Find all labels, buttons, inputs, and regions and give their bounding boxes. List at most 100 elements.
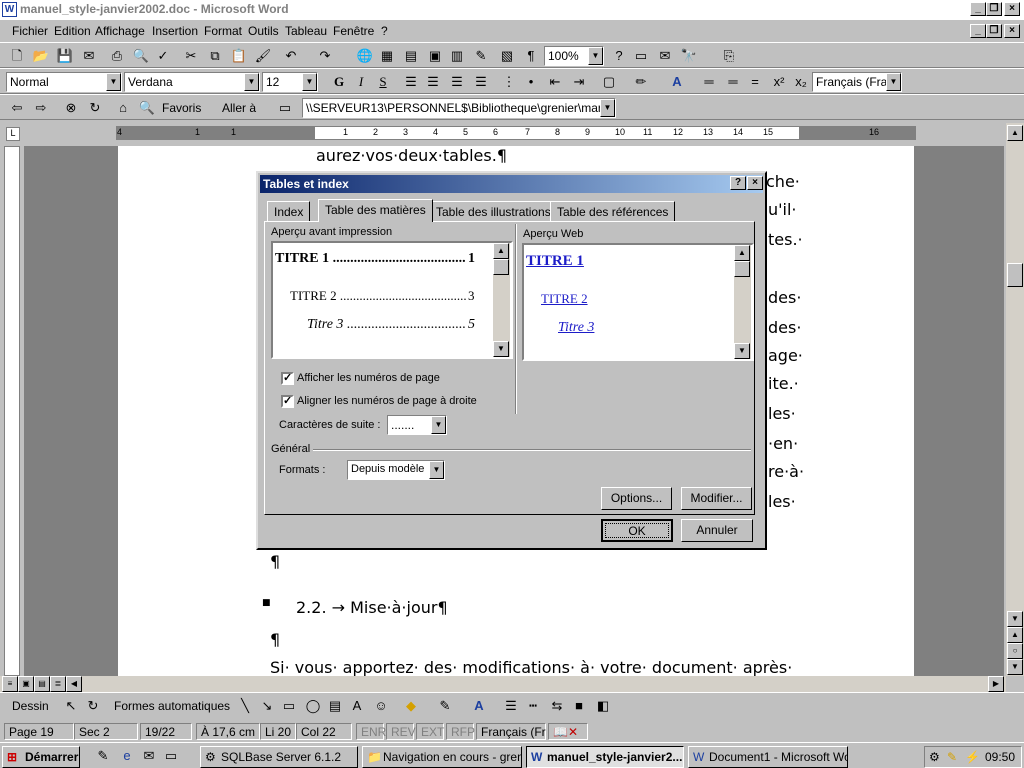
scroll-thumb[interactable] xyxy=(1007,263,1023,287)
decrease-indent-icon[interactable]: ⇤ xyxy=(546,73,564,91)
status-rev[interactable]: REV xyxy=(386,723,416,740)
browse-object-icon[interactable]: ○ xyxy=(1007,643,1023,659)
print-preview-scrollbar[interactable]: ▲ ▼ xyxy=(493,243,510,357)
bold-icon[interactable]: G xyxy=(330,73,348,91)
spelling-status-icon[interactable]: 📖✕ xyxy=(548,723,588,740)
task-manuel[interactable]: Wmanuel_style-janvier2... xyxy=(526,746,684,768)
home-icon[interactable]: ⌂ xyxy=(114,99,132,117)
chevron-down-icon[interactable]: ▼ xyxy=(600,99,615,117)
style-combo[interactable]: Normal ▼ xyxy=(6,72,122,92)
page-view-icon[interactable]: ▤ xyxy=(34,676,50,692)
subscript-icon[interactable]: x₂ xyxy=(792,73,810,91)
dessin-menu[interactable]: Dessin xyxy=(12,699,49,713)
hyperlink-icon[interactable]: 🌐 xyxy=(356,47,374,65)
status-enr[interactable]: ENR xyxy=(356,723,386,740)
options-button[interactable]: Options... xyxy=(601,487,672,510)
line-weight-icon[interactable]: ☰ xyxy=(502,697,520,715)
prev-page-icon[interactable]: ▲ xyxy=(1007,627,1023,643)
help-button[interactable]: ? xyxy=(730,176,746,190)
scroll-thumb[interactable] xyxy=(734,261,750,277)
font-combo[interactable]: Verdana ▼ xyxy=(124,72,260,92)
chevron-down-icon[interactable]: ▼ xyxy=(244,73,259,91)
menu-format[interactable]: Format xyxy=(204,24,242,38)
undo-icon[interactable]: ↶ xyxy=(282,47,300,65)
bullets-icon[interactable]: • xyxy=(522,73,540,91)
rectangle-icon[interactable]: ▭ xyxy=(280,697,298,715)
align-right-icon[interactable]: ☰ xyxy=(448,73,466,91)
tray-icon[interactable]: ⚡ xyxy=(965,750,980,764)
vertical-scrollbar[interactable]: ▲ ▼ ▲ ○ ▼ xyxy=(1006,123,1024,676)
tab-index[interactable]: Index xyxy=(267,201,311,221)
horizontal-scrollbar[interactable]: ≡ ▣ ▤ ≣ ◀ ▶ xyxy=(0,676,1006,692)
scroll-right-icon[interactable]: ▶ xyxy=(988,676,1004,692)
oval-icon[interactable]: ◯ xyxy=(304,697,322,715)
redo-icon[interactable]: ↷ xyxy=(316,47,334,65)
line-style-icon[interactable]: ═ xyxy=(700,73,718,91)
align-left-icon[interactable]: ☰ xyxy=(402,73,420,91)
scroll-down-icon[interactable]: ▼ xyxy=(734,343,750,359)
aller-menu[interactable]: Aller à xyxy=(222,101,256,115)
scroll-down-icon[interactable]: ▼ xyxy=(493,341,509,357)
tab-table-references[interactable]: Table des références xyxy=(550,201,676,221)
borders-icon[interactable]: ▢ xyxy=(600,73,618,91)
outlook-icon[interactable]: ✉ xyxy=(140,747,158,765)
superscript-icon[interactable]: x² xyxy=(770,73,788,91)
insert-excel-icon[interactable]: ▣ xyxy=(426,47,444,65)
arrow-icon[interactable]: ↘ xyxy=(258,697,276,715)
paste-icon[interactable]: 📋 xyxy=(230,47,248,65)
modify-button[interactable]: Modifier... xyxy=(681,487,752,510)
email-icon[interactable]: ✉ xyxy=(656,47,674,65)
leader-combo[interactable]: ....... ▼ xyxy=(387,415,447,435)
3d-icon[interactable]: ◧ xyxy=(594,697,612,715)
search-web-icon[interactable]: 🔍 xyxy=(138,99,156,117)
doc-close-button[interactable]: × xyxy=(1004,24,1020,38)
shadow-icon[interactable]: ■ xyxy=(570,697,588,715)
new-icon[interactable]: 🗋 xyxy=(8,47,26,65)
wordart-icon[interactable]: A xyxy=(348,697,366,715)
back-icon[interactable]: ⇦ xyxy=(8,99,26,117)
task-sqlbase[interactable]: ⚙ SQLBase Server 6.1.2 xyxy=(200,746,358,768)
forward-icon[interactable]: ⇨ xyxy=(32,99,50,117)
open-icon[interactable]: 📂 xyxy=(32,47,50,65)
ie-icon[interactable]: e xyxy=(118,747,136,765)
chevron-down-icon[interactable]: ▼ xyxy=(431,416,446,434)
web-link-3[interactable]: Titre 3 xyxy=(558,320,594,336)
quick-launch-icon[interactable]: ✎ xyxy=(94,747,112,765)
double-line-icon[interactable]: ═ xyxy=(724,73,742,91)
tables-borders-icon[interactable]: ▦ xyxy=(378,47,396,65)
highlight-icon[interactable]: ✏ xyxy=(632,73,650,91)
read-icon[interactable]: ▭ xyxy=(632,47,650,65)
horizontal-ruler[interactable]: 4 1 1 1 2 3 4 5 6 7 8 9 10 11 12 13 14 1… xyxy=(116,126,916,140)
font-color-icon[interactable]: A xyxy=(470,697,488,715)
align-center-icon[interactable]: ☰ xyxy=(424,73,442,91)
line-icon[interactable]: ╲ xyxy=(236,697,254,715)
status-rfp[interactable]: RFP xyxy=(446,723,475,740)
refresh-icon[interactable]: ↻ xyxy=(86,99,104,117)
fill-color-icon[interactable]: ◆ xyxy=(402,697,420,715)
favoris-menu[interactable]: Favoris xyxy=(162,101,201,115)
menu-outils[interactable]: Outils xyxy=(248,24,279,38)
web-link-2[interactable]: TITRE 2 xyxy=(541,291,588,307)
copy-icon[interactable]: ⧉ xyxy=(206,47,224,65)
chevron-down-icon[interactable]: ▼ xyxy=(106,73,121,91)
scroll-thumb[interactable] xyxy=(493,259,509,275)
dialog-close-button[interactable]: × xyxy=(747,176,763,190)
normal-view-icon[interactable]: ≡ xyxy=(2,676,18,692)
scroll-up-icon[interactable]: ▲ xyxy=(493,243,509,259)
columns-icon[interactable]: ▥ xyxy=(448,47,466,65)
doc-minimize-button[interactable]: _ xyxy=(970,24,986,38)
permission-icon[interactable]: ✉ xyxy=(80,47,98,65)
chevron-down-icon[interactable]: ▼ xyxy=(886,73,901,91)
doc-restore-button[interactable]: ❐ xyxy=(986,24,1002,38)
menu-affichage[interactable]: Affichage xyxy=(95,24,145,38)
font-size-combo[interactable]: 12 ▼ xyxy=(262,72,318,92)
underline-icon[interactable]: S xyxy=(374,73,392,91)
task-document1[interactable]: W Document1 - Microsoft Word xyxy=(688,746,848,768)
ok-button[interactable]: OK xyxy=(601,519,673,542)
show-hide-icon[interactable]: ¶ xyxy=(522,47,540,65)
menu-edition[interactable]: Edition xyxy=(54,24,91,38)
pdf-icon[interactable]: ⎘ xyxy=(720,47,738,65)
scroll-down-icon[interactable]: ▼ xyxy=(1007,611,1023,627)
increase-indent-icon[interactable]: ⇥ xyxy=(570,73,588,91)
print-preview-icon[interactable]: 🔍 xyxy=(132,47,150,65)
